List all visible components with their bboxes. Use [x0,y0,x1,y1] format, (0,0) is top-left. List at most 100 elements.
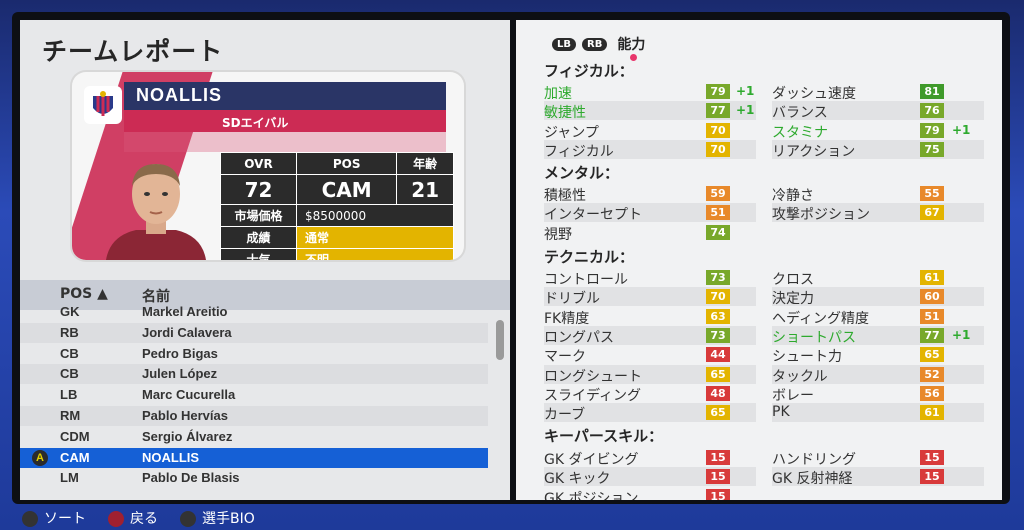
roster-row[interactable]: GK Markel Areitio [20,302,488,322]
attribute-row: GK ポジション 15 [544,487,756,500]
attribute-row: ショートパス 77 +1 [772,325,984,346]
attribute-value: 48 [706,385,730,401]
attribute-value: 81 [920,84,944,99]
physical-section-title: フィジカル： [544,62,634,80]
roster-name: Pablo De Blasis [142,470,240,486]
sort-label: ソート [44,511,86,527]
roster-pos: RB [60,324,79,340]
attribute-name: ロングシュート [544,368,642,385]
sort-control[interactable]: ソート [22,508,86,528]
roster-pos: LB [60,387,78,403]
attribute-name: 敏捷性 [544,105,586,122]
attribute-row: ハンドリング 15 [772,448,984,468]
card-name-banner: NOALLIS [124,82,446,110]
attribute-row: マーク 44 [544,345,756,366]
attribute-row: FK精度 63 [544,307,756,327]
roster-pos: CDM [60,428,90,444]
attribute-row: ジャンプ 70 [544,121,756,141]
attribute-value: 61 [920,405,944,421]
attribute-name: カーブ [544,407,586,424]
attribute-name: タックル [772,368,828,385]
attribute-name: PK [772,404,790,421]
club-name: SDエイバル [222,116,289,130]
roster-row[interactable]: RB Jordi Calavera [20,322,488,343]
roster-pos: CB [60,345,79,361]
ovr-value: 72 [220,174,297,205]
attribute-delta: +1 [952,327,971,342]
attribute-value: 70 [706,141,730,157]
gk-section-title: キーパースキル： [544,427,664,445]
attribute-value: 15 [920,450,944,465]
club-badge-icon [84,86,122,124]
bio-control[interactable]: 選手BIO [180,508,255,528]
lb-button-icon[interactable]: LB [552,37,576,51]
attribute-row: GK キック 15 [544,467,756,487]
attribute-value: 73 [706,327,730,343]
attribute-value: 15 [706,450,730,465]
attribute-name: GK ダイビング [544,452,639,468]
roster-row[interactable]: CDM Sergio Álvarez [20,427,488,447]
tab-abilities[interactable]: 能力 [617,34,645,54]
back-control[interactable]: 戻る [108,508,158,528]
attribute-row: 決定力 60 [772,287,984,308]
a-button-icon: A [32,449,48,466]
attribute-row: ダッシュ速度 81 [772,82,984,102]
b-button-icon [108,511,124,527]
attribute-name: ヘディング精度 [772,310,870,327]
attribute-row: インターセプト 51 [544,203,756,223]
attribute-row: ロングパス 73 [544,325,756,346]
attribute-name: 攻撃ポジション [772,207,870,224]
attribute-name: フィジカル [544,143,614,160]
attribute-name: クロス [772,272,814,288]
morale-label: 士気 [220,248,297,260]
roster-pos: GK [60,304,80,319]
attribute-value: 79 [706,84,730,99]
market-value: $8500000 [296,204,454,227]
roster-row[interactable]: A CAM NOALLIS [20,447,488,468]
scroll-thumb[interactable] [496,320,504,360]
attribute-row: GK 反射神経 15 [772,467,984,487]
roster-scrollbar[interactable] [496,316,504,494]
attribute-row: 冷静さ 55 [772,184,984,204]
attribute-value: 79 [920,122,944,138]
player-portrait [100,156,212,260]
attribute-value: 60 [920,289,944,305]
attribute-row: スライディング 48 [544,384,756,404]
roster-name: Pablo Hervías [142,408,228,423]
roster-row[interactable]: LB Marc Cucurella [20,385,488,405]
mental-section-title: メンタル： [544,164,620,182]
roster-row[interactable]: LM Pablo De Blasis [20,468,488,488]
roster-pos: RM [60,408,81,423]
attribute-value: 77 [920,327,944,343]
attribute-row: ヘディング精度 51 [772,307,984,327]
roster-row[interactable]: CB Julen López [20,364,488,385]
attribute-row: 攻撃ポジション 67 [772,203,984,224]
attribute-name: シュート力 [772,349,842,366]
attribute-row: クロス 61 [772,268,984,288]
attribute-row: コントロール 73 [544,268,756,288]
attribute-delta: +1 [736,84,755,98]
attribute-name: コントロール [544,272,628,288]
y-button-icon [22,511,38,527]
attribute-row: リアクション 75 [772,139,984,160]
attribute-tabs: LB RB 能力 [552,34,645,54]
attribute-row: タックル 52 [772,364,984,385]
rb-button-icon[interactable]: RB [582,37,608,51]
attribute-name: ダッシュ速度 [772,86,856,102]
attribute-value: 51 [920,308,944,324]
roster-name: NOALLIS [142,449,200,465]
roster-name: Marc Cucurella [142,387,236,403]
roster-name: Markel Areitio [142,304,228,319]
age-value: 21 [396,174,454,205]
attribute-row: ドリブル 70 [544,287,756,307]
sort-by-pos-header[interactable]: POS ▲ [60,286,108,302]
age-header: 年齢 [396,152,454,175]
technical-section-title: テクニカル： [544,248,635,266]
attribute-row: 視野 74 [544,223,756,243]
attribute-row: バランス 76 [772,101,984,121]
roster-row[interactable]: CB Pedro Bigas [20,344,488,364]
attribute-row: 敏捷性 77 +1 [544,101,756,122]
attribute-name: マーク [544,349,586,366]
attribute-name: 決定力 [772,291,814,308]
roster-row[interactable]: RM Pablo Hervías [20,406,488,426]
